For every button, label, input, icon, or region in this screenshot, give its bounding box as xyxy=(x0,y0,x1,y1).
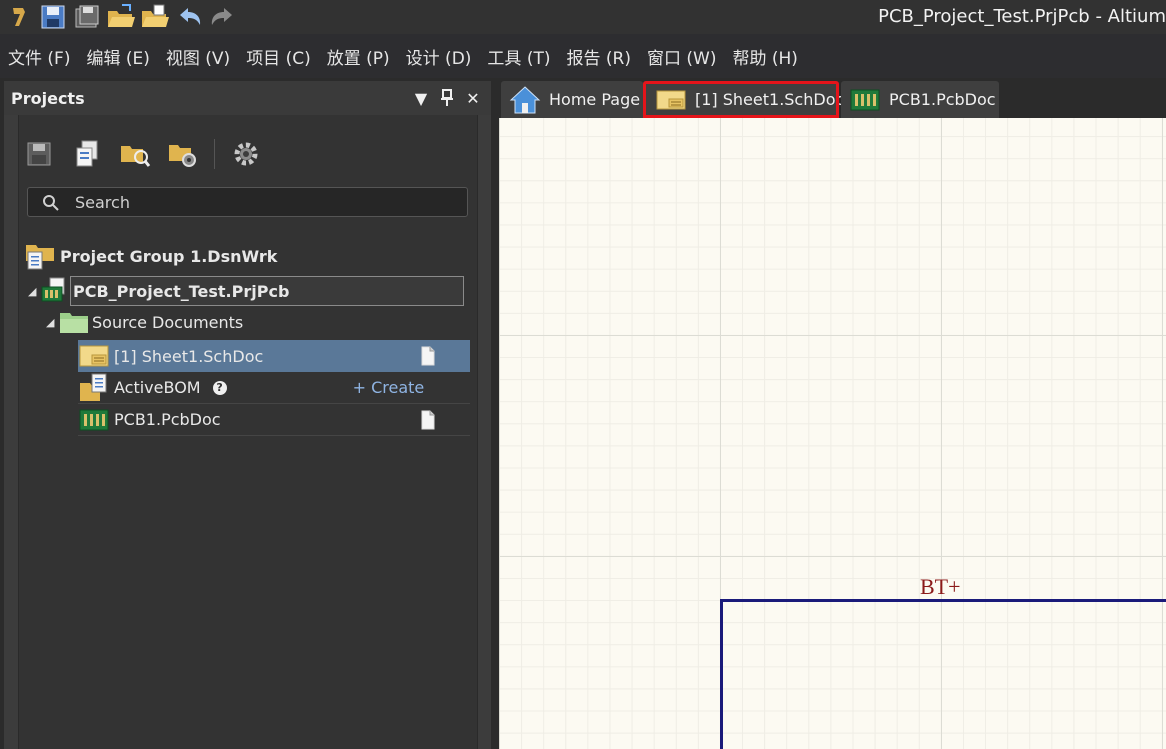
tree-item-project-group[interactable]: Project Group 1.DsnWrk xyxy=(24,240,277,272)
tab-sheet1-label: [1] Sheet1.SchDoc xyxy=(695,90,845,109)
document-icon xyxy=(420,346,436,366)
pcb-doc-icon xyxy=(78,408,114,432)
pcb-project-icon xyxy=(40,277,74,305)
activebom-label: ActiveBOM xyxy=(114,378,201,397)
document-tab-bar: Home Page [1] Sheet1.SchDoc PCB1.PcbDoc xyxy=(497,78,1166,118)
project-settings-folder-icon[interactable] xyxy=(166,137,200,171)
schematic-doc-icon xyxy=(78,343,114,369)
save-all-icon[interactable] xyxy=(72,2,102,32)
undo-icon[interactable] xyxy=(174,2,204,32)
projects-toolbar xyxy=(22,137,263,171)
help-icon[interactable]: ? xyxy=(212,380,227,395)
project-options-icon[interactable] xyxy=(118,137,152,171)
save-project-icon[interactable] xyxy=(22,137,56,171)
workspace-icon xyxy=(24,241,60,271)
tree-item-pcb1[interactable]: PCB1.PcbDoc xyxy=(78,404,470,436)
menu-place[interactable]: 放置 (P) xyxy=(327,44,390,69)
redo-icon[interactable] xyxy=(208,2,238,32)
quick-access-toolbar xyxy=(4,2,238,32)
tab-pcb1-label: PCB1.PcbDoc xyxy=(889,90,996,109)
search-icon xyxy=(42,194,60,216)
folder-icon xyxy=(58,309,92,335)
title-bar: PCB_Project_Test.PrjPcb - Altium xyxy=(0,0,1166,34)
tab-sheet1[interactable]: [1] Sheet1.SchDoc xyxy=(643,81,844,118)
open-project-icon[interactable] xyxy=(140,2,170,32)
search-placeholder: Search xyxy=(75,193,130,212)
menu-view[interactable]: 视图 (V) xyxy=(166,44,230,69)
schematic-icon xyxy=(655,88,687,112)
projects-panel-header: Projects ▼ ✕ xyxy=(4,81,491,115)
panel-title: Projects xyxy=(11,89,85,108)
open-icon[interactable] xyxy=(106,2,136,32)
tree-item-activebom[interactable]: ActiveBOM ? + Create xyxy=(78,372,470,404)
expand-arrow-icon[interactable]: ◢ xyxy=(46,316,58,329)
menu-tools[interactable]: 工具 (T) xyxy=(487,44,550,69)
toolbar-divider xyxy=(214,139,215,169)
tab-home-page[interactable]: Home Page xyxy=(501,81,643,118)
panel-menu-chevron-down-icon[interactable]: ▼ xyxy=(411,87,431,109)
app-logo-icon[interactable] xyxy=(4,2,34,32)
projects-panel: Projects ▼ ✕ Search Project Group 1.DsnW… xyxy=(4,81,491,749)
tab-home-page-label: Home Page xyxy=(549,90,641,109)
tree-item-sheet1[interactable]: [1] Sheet1.SchDoc xyxy=(78,340,470,372)
search-input[interactable]: Search xyxy=(27,187,468,217)
schematic-canvas[interactable]: BT+ xyxy=(499,118,1166,749)
tab-pcb1[interactable]: PCB1.PcbDoc xyxy=(841,81,999,118)
expand-arrow-icon[interactable]: ◢ xyxy=(28,285,40,298)
tree-item-project[interactable]: ◢ PCB_Project_Test.PrjPcb xyxy=(28,275,470,307)
menu-help[interactable]: 帮助 (H) xyxy=(732,44,797,69)
create-activebom-link[interactable]: + Create xyxy=(353,378,425,397)
menu-window[interactable]: 窗口 (W) xyxy=(647,44,716,69)
net-label-bt-plus[interactable]: BT+ xyxy=(920,574,961,600)
menu-edit[interactable]: 编辑 (E) xyxy=(86,44,149,69)
menu-project[interactable]: 项目 (C) xyxy=(246,44,311,69)
compile-project-icon[interactable] xyxy=(70,137,104,171)
save-icon[interactable] xyxy=(38,2,68,32)
source-documents-label: Source Documents xyxy=(92,312,244,332)
menu-reports[interactable]: 报告 (R) xyxy=(566,44,630,69)
project-group-label: Project Group 1.DsnWrk xyxy=(60,246,278,266)
project-label: PCB_Project_Test.PrjPcb xyxy=(73,281,290,301)
sheet1-label: [1] Sheet1.SchDoc xyxy=(114,346,264,366)
document-icon xyxy=(420,410,436,430)
tree-item-source-documents[interactable]: ◢ Source Documents xyxy=(46,306,243,338)
pin-icon[interactable] xyxy=(437,87,457,109)
home-icon xyxy=(509,85,541,115)
gear-icon[interactable] xyxy=(229,137,263,171)
window-title: PCB_Project_Test.PrjPcb - Altium xyxy=(878,6,1166,27)
bom-doc-icon xyxy=(78,373,114,403)
menu-bar: 文件 (F) 编辑 (E) 视图 (V) 项目 (C) 放置 (P) 设计 (D… xyxy=(0,34,1166,78)
menu-file[interactable]: 文件 (F) xyxy=(8,44,70,69)
close-icon[interactable]: ✕ xyxy=(463,87,483,109)
menu-design[interactable]: 设计 (D) xyxy=(406,44,472,69)
pcb1-label: PCB1.PcbDoc xyxy=(114,410,221,429)
project-label-box: PCB_Project_Test.PrjPcb xyxy=(70,276,464,306)
schematic-wire[interactable] xyxy=(720,599,1166,749)
pcb-icon xyxy=(849,88,881,112)
